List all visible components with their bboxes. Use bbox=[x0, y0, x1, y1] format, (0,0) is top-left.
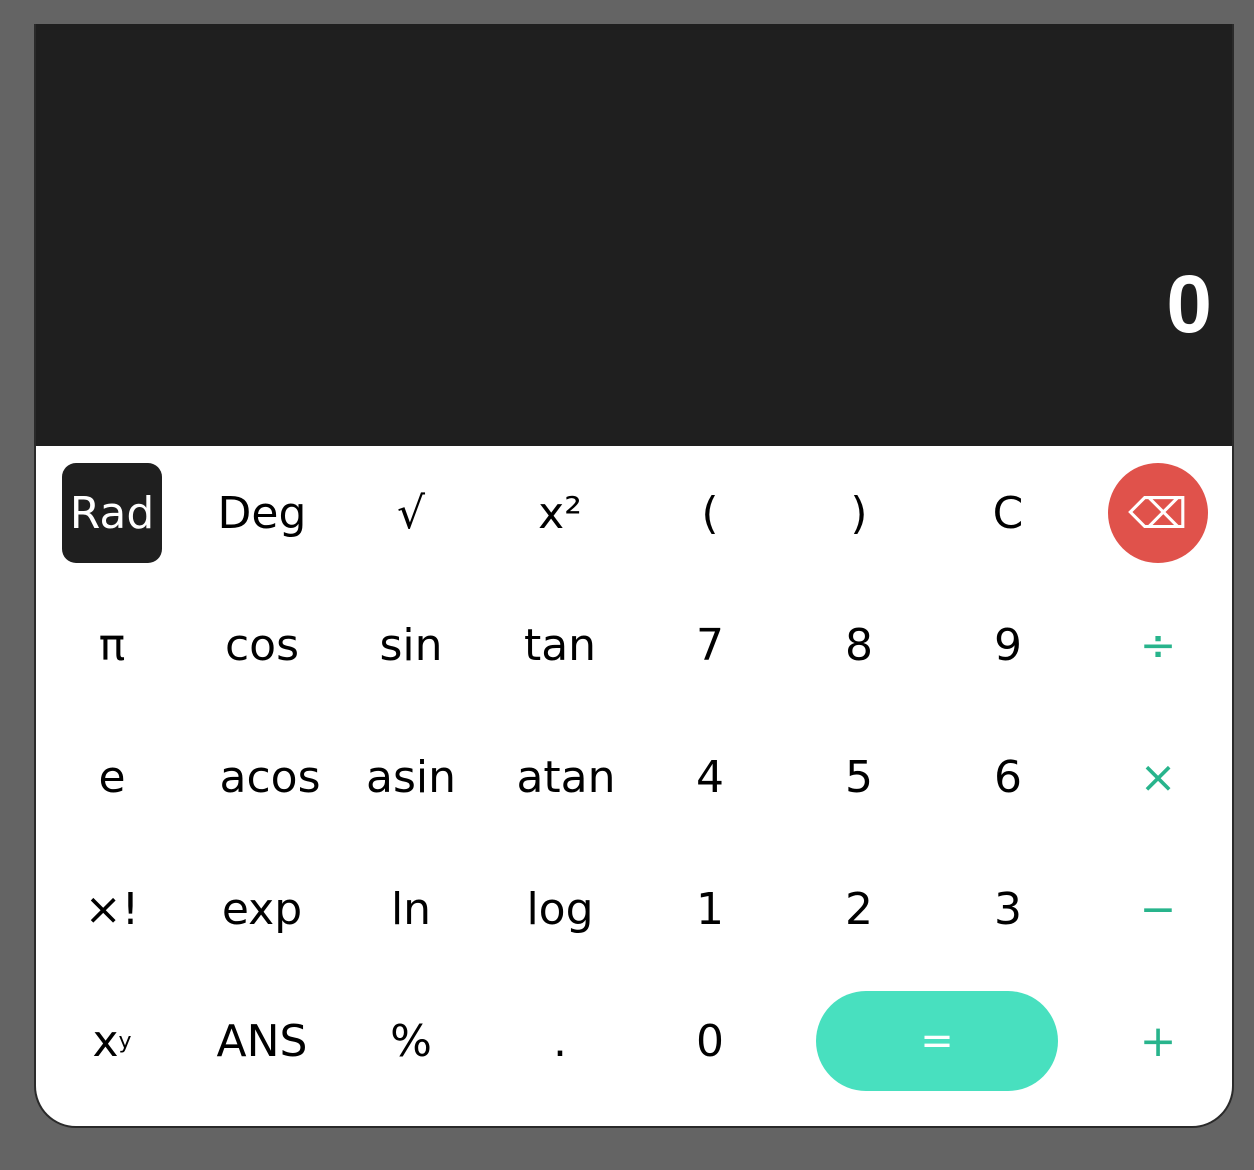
deg-button[interactable]: Deg bbox=[212, 463, 312, 563]
factorial-button[interactable]: ×! bbox=[62, 859, 162, 959]
log-button[interactable]: log bbox=[510, 859, 610, 959]
digit-9-button[interactable]: 9 bbox=[958, 595, 1058, 695]
atan-button[interactable]: atan bbox=[510, 727, 622, 827]
clear-button[interactable]: C bbox=[958, 463, 1058, 563]
power-button[interactable]: xy bbox=[62, 991, 162, 1091]
digit-0-button[interactable]: 0 bbox=[660, 991, 760, 1091]
equals-button[interactable]: = bbox=[816, 991, 1058, 1091]
power-base: x bbox=[92, 1015, 119, 1067]
digit-3-button[interactable]: 3 bbox=[958, 859, 1058, 959]
digit-1-button[interactable]: 1 bbox=[660, 859, 760, 959]
ln-button[interactable]: ln bbox=[361, 859, 461, 959]
power-exponent: y bbox=[118, 1028, 132, 1054]
close-paren-button[interactable]: ) bbox=[809, 463, 909, 563]
digit-6-button[interactable]: 6 bbox=[958, 727, 1058, 827]
divide-button[interactable]: ÷ bbox=[1108, 595, 1208, 695]
calculator: 0 Rad Deg √ x² ( ) C ⌫ π cos sin tan 7 8… bbox=[34, 24, 1234, 1128]
display-value: 0 bbox=[1166, 259, 1212, 350]
digit-4-button[interactable]: 4 bbox=[660, 727, 760, 827]
cos-button[interactable]: cos bbox=[212, 595, 312, 695]
sqrt-button[interactable]: √ bbox=[361, 463, 461, 563]
pi-button[interactable]: π bbox=[62, 595, 162, 695]
percent-button[interactable]: % bbox=[361, 991, 461, 1091]
ans-button[interactable]: ANS bbox=[212, 991, 312, 1091]
rad-button[interactable]: Rad bbox=[62, 463, 162, 563]
acos-button[interactable]: acos bbox=[212, 727, 328, 827]
keypad: Rad Deg √ x² ( ) C ⌫ π cos sin tan 7 8 9… bbox=[36, 446, 1232, 1126]
plus-button[interactable]: + bbox=[1108, 991, 1208, 1091]
exp-button[interactable]: exp bbox=[212, 859, 312, 959]
minus-button[interactable]: − bbox=[1108, 859, 1208, 959]
display: 0 bbox=[36, 24, 1232, 446]
digit-8-button[interactable]: 8 bbox=[809, 595, 909, 695]
decimal-button[interactable]: . bbox=[510, 991, 610, 1091]
digit-7-button[interactable]: 7 bbox=[660, 595, 760, 695]
square-button[interactable]: x² bbox=[510, 463, 610, 563]
asin-button[interactable]: asin bbox=[361, 727, 461, 827]
digit-2-button[interactable]: 2 bbox=[809, 859, 909, 959]
open-paren-button[interactable]: ( bbox=[660, 463, 760, 563]
multiply-button[interactable]: × bbox=[1108, 727, 1208, 827]
digit-5-button[interactable]: 5 bbox=[809, 727, 909, 827]
e-button[interactable]: e bbox=[62, 727, 162, 827]
sin-button[interactable]: sin bbox=[361, 595, 461, 695]
backspace-button[interactable]: ⌫ bbox=[1108, 463, 1208, 563]
tan-button[interactable]: tan bbox=[510, 595, 610, 695]
backspace-icon: ⌫ bbox=[1128, 488, 1188, 538]
